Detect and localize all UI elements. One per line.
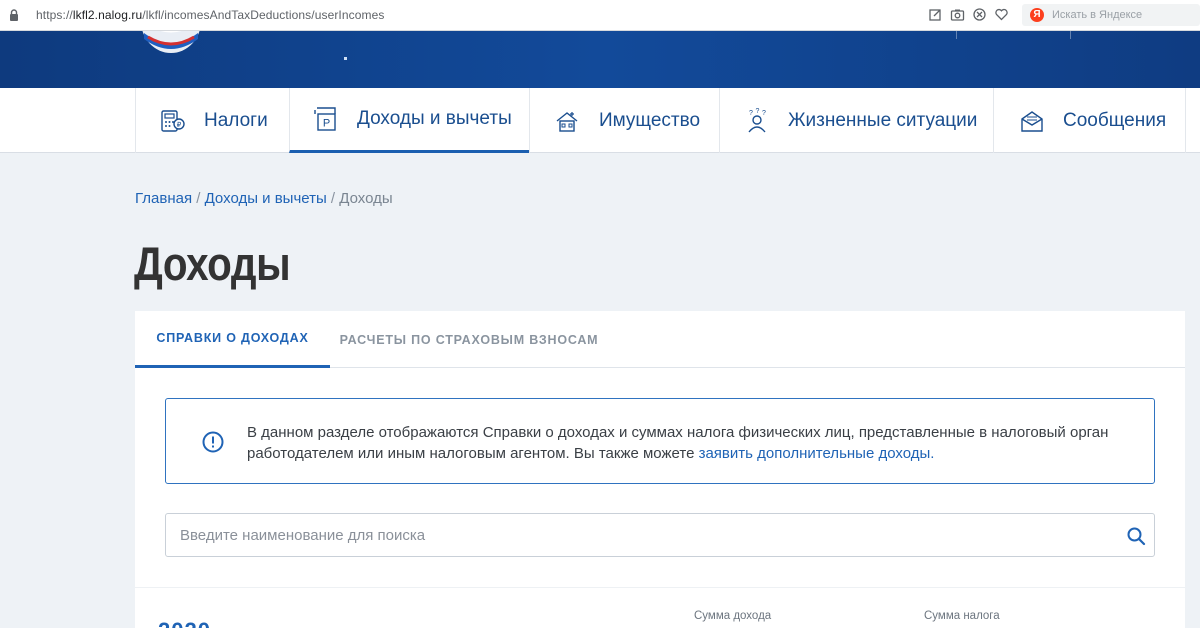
column-header-tax: Сумма налога: [924, 610, 1000, 622]
calculator-coin-icon: ₽: [161, 109, 185, 132]
svg-text:?: ?: [756, 108, 760, 115]
breadcrumb-separator: /: [326, 190, 340, 207]
yandex-search-placeholder: Искать в Яндексе: [1052, 9, 1143, 21]
page-title: Доходы: [134, 237, 291, 290]
info-message: В данном разделе отображаются Справки о …: [247, 424, 1109, 462]
nav-label-property: Имущество: [599, 109, 701, 131]
nav-label-life-situations: Жизненные ситуации: [788, 109, 978, 131]
income-list: 2020 Сумма дохода Сумма налога: [135, 587, 1185, 628]
breadcrumb: Главная / Доходы и вычеты / Доходы: [135, 190, 393, 207]
declare-additional-income-link[interactable]: заявить дополнительные доходы.: [699, 445, 935, 462]
breadcrumb-section-link[interactable]: Доходы и вычеты: [205, 190, 327, 207]
svg-text:?: ?: [762, 110, 766, 117]
nav-label-taxes: Налоги: [204, 109, 268, 131]
url-scheme: https://: [36, 8, 73, 22]
tab-income-certificates[interactable]: СПРАВКИ О ДОХОДАХ: [135, 311, 330, 368]
address-url[interactable]: https://lkfl2.nalog.ru/lkfl/incomesAndTa…: [36, 8, 385, 22]
svg-text:P: P: [323, 118, 330, 130]
receipt-ruble-icon: P: [314, 107, 336, 131]
browser-action-icons: [928, 7, 1009, 22]
house-icon: [556, 111, 578, 132]
url-host: lkfl2.nalog.ru: [72, 8, 143, 22]
camera-icon[interactable]: [950, 7, 965, 22]
edit-icon[interactable]: [928, 7, 943, 22]
envelope-icon: [1021, 110, 1043, 132]
site-header: [0, 31, 1200, 88]
column-header-income: Сумма дохода: [694, 610, 772, 622]
nav-item-property[interactable]: Имущество: [529, 88, 719, 153]
url-path: /lkfl/incomesAndTaxDeductions/userIncome…: [142, 8, 385, 22]
tab-insurance-calculations[interactable]: РАСЧЕТЫ ПО СТРАХОВЫМ ВЗНОСАМ: [330, 311, 608, 368]
nav-label-messages: Сообщения: [1063, 109, 1167, 131]
yandex-logo-icon: Я: [1030, 8, 1044, 22]
nav-item-incomes-deductions[interactable]: P Доходы и вычеты: [289, 88, 529, 153]
browser-address-bar: https://lkfl2.nalog.ru/lkfl/incomesAndTa…: [0, 0, 1200, 31]
person-question-icon: ? ? ?: [748, 108, 766, 132]
breadcrumb-home-link[interactable]: Главная: [135, 190, 192, 207]
lock-icon: [10, 9, 18, 21]
search-icon[interactable]: [1126, 526, 1146, 546]
tabs-bar: СПРАВКИ О ДОХОДАХ РАСЧЕТЫ ПО СТРАХОВЫМ В…: [135, 311, 1185, 368]
nav-item-life-situations[interactable]: ? ? ? Жизненные ситуации: [719, 88, 993, 153]
nav-label-incomes-deductions: Доходы и вычеты: [357, 108, 512, 129]
info-notice: В данном разделе отображаются Справки о …: [165, 398, 1155, 484]
breadcrumb-separator: /: [192, 190, 205, 207]
header-text-fragment: [344, 57, 347, 60]
header-divider: [956, 31, 957, 39]
nav-item-messages[interactable]: Сообщения: [993, 88, 1185, 153]
header-divider: [1070, 31, 1071, 39]
search-input[interactable]: Введите наименование для поиска: [165, 513, 1155, 557]
fns-emblem-logo[interactable]: [140, 31, 202, 53]
block-icon[interactable]: [972, 7, 987, 22]
svg-text:?: ?: [749, 110, 753, 117]
yandex-search-box[interactable]: Я Искать в Яндексе: [1022, 4, 1200, 26]
main-navigation: ₽ Налоги P Доходы и вычеты Имущество ? ?…: [0, 88, 1200, 153]
search-placeholder: Введите наименование для поиска: [180, 527, 426, 544]
incomes-card: СПРАВКИ О ДОХОДАХ РАСЧЕТЫ ПО СТРАХОВЫМ В…: [135, 311, 1185, 628]
heart-icon[interactable]: [994, 7, 1009, 22]
nav-divider: [1185, 88, 1186, 153]
year-heading[interactable]: 2020: [158, 618, 211, 628]
info-circle-icon: [202, 431, 224, 453]
svg-text:₽: ₽: [177, 121, 182, 129]
breadcrumb-current: Доходы: [339, 190, 393, 207]
nav-item-taxes[interactable]: ₽ Налоги: [135, 88, 289, 153]
info-text: В данном разделе отображаются Справки о …: [247, 422, 1127, 464]
